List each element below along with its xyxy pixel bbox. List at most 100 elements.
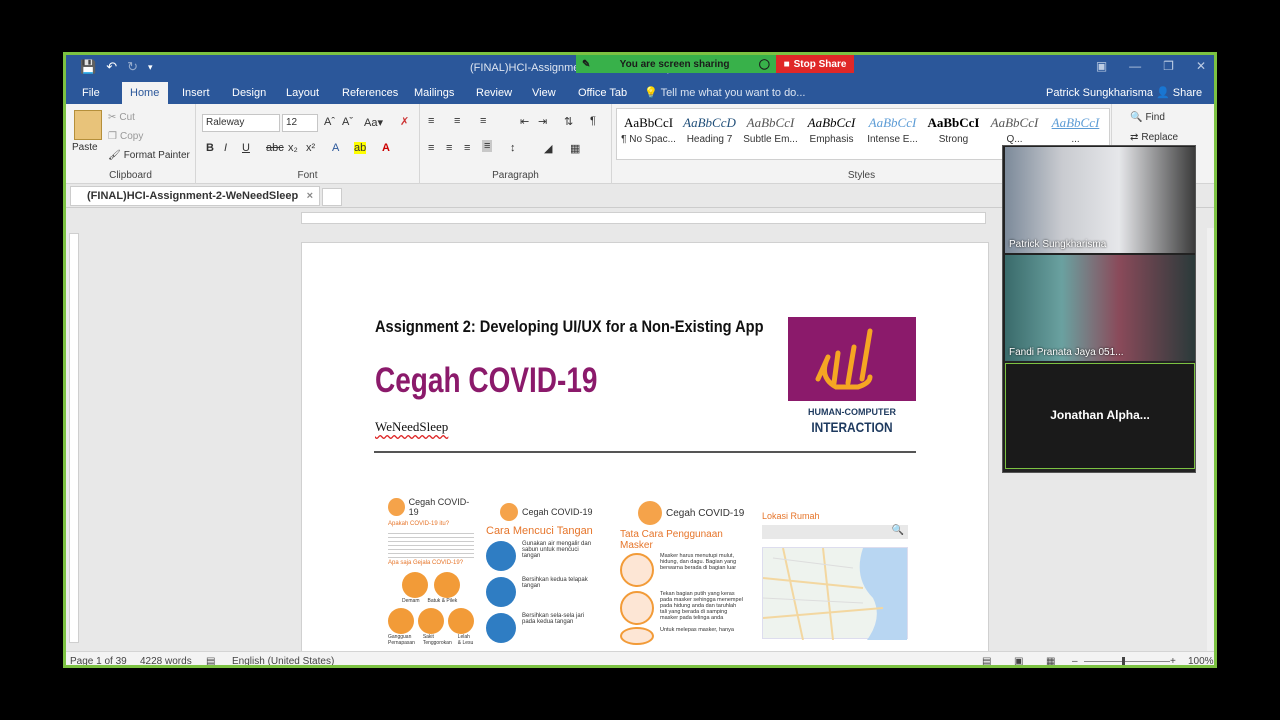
format-painter-button[interactable]: 🖌 Format Painter <box>108 150 190 161</box>
subscript-icon[interactable]: x₂ <box>288 142 298 154</box>
style-emphasis[interactable]: AaBbCcI Emphasis <box>801 112 862 156</box>
mockup-handwash: Cegah COVID-19 Cara Mencuci Tangan Gunak… <box>486 503 606 663</box>
copy-button[interactable]: ❐ Copy <box>108 131 143 142</box>
horizontal-ruler[interactable] <box>301 212 986 224</box>
mask-person-icon <box>620 553 654 587</box>
mask-person-icon <box>620 627 654 645</box>
style-strong[interactable]: AaBbCcI Strong <box>923 112 984 156</box>
tab-mailings[interactable]: Mailings <box>406 82 462 104</box>
document-tab[interactable]: (FINAL)HCI-Assignment-2-WeNeedSleep × <box>70 186 320 206</box>
tab-references[interactable]: References <box>334 82 406 104</box>
vertical-scrollbar[interactable] <box>1207 228 1214 651</box>
tab-layout[interactable]: Layout <box>278 82 327 104</box>
align-right-icon[interactable]: ≡ <box>464 142 470 154</box>
replace-icon: ⇄ <box>1130 132 1139 143</box>
clear-format-icon[interactable]: ✗ <box>400 115 409 128</box>
document-page[interactable]: Assignment 2: Developing UI/UX for a Non… <box>301 242 989 662</box>
close-tab-icon[interactable]: × <box>307 187 313 205</box>
video-tile-jonathan[interactable]: Jonathan Alpha... <box>1005 363 1195 469</box>
zoom-slider[interactable] <box>1084 661 1170 662</box>
video-tile-fandi[interactable]: Fandi Pranata Jaya 051... <box>1005 255 1195 361</box>
hands-icon <box>486 613 516 643</box>
shading-icon[interactable]: ◢ <box>544 142 552 155</box>
restore-icon[interactable]: ❐ <box>1163 59 1174 73</box>
font-color-icon[interactable]: A <box>382 142 390 154</box>
bullets-icon[interactable]: ≡ <box>428 115 434 127</box>
tab-design[interactable]: Design <box>224 82 274 104</box>
tell-me-box[interactable]: 💡 Tell me what you want to do... <box>644 82 805 104</box>
tab-insert[interactable]: Insert <box>174 82 218 104</box>
cut-button[interactable]: ✂ Cut <box>108 112 135 123</box>
customize-icon[interactable]: ▾ <box>148 59 153 75</box>
style-no-spacing[interactable]: AaBbCcI ¶ No Spac... <box>618 112 679 156</box>
paste-button[interactable]: Paste <box>72 142 98 153</box>
tab-office-tab[interactable]: Office Tab <box>570 82 635 104</box>
fatigue-icon <box>448 608 474 634</box>
hands-icon <box>486 577 516 607</box>
mask-person-icon <box>620 591 654 625</box>
style-heading-7[interactable]: AaBbCcD Heading 7 <box>679 112 740 156</box>
zoom-in-icon[interactable]: + <box>1170 656 1176 665</box>
tab-review[interactable]: Review <box>468 82 520 104</box>
shield-icon: ◯ <box>758 58 770 70</box>
language[interactable]: English (United States) <box>232 656 334 665</box>
grow-font-icon[interactable]: Aˆ <box>324 116 335 128</box>
decrease-indent-icon[interactable]: ⇤ <box>520 115 529 128</box>
sort-icon[interactable]: ⇅ <box>564 115 573 128</box>
tab-view[interactable]: View <box>524 82 564 104</box>
minimize-icon[interactable]: — <box>1129 59 1141 73</box>
multilevel-list-icon[interactable]: ≡ <box>480 115 486 127</box>
zoom-level[interactable]: 100% <box>1188 656 1214 665</box>
print-layout-icon[interactable]: ▣ <box>1014 656 1023 665</box>
increase-indent-icon[interactable]: ⇥ <box>538 115 547 128</box>
highlight-icon[interactable]: ab <box>354 142 367 154</box>
new-tab-button[interactable] <box>322 188 342 206</box>
superscript-icon[interactable]: x² <box>306 142 315 154</box>
user-name[interactable]: Patrick Sungkharisma <box>1046 82 1153 104</box>
style-subtle-emphasis[interactable]: AaBbCcI Subtle Em... <box>740 112 801 156</box>
align-left-icon[interactable]: ≡ <box>428 142 434 154</box>
justify-icon[interactable]: ≡ <box>482 140 493 152</box>
read-mode-icon[interactable]: ▤ <box>982 656 991 665</box>
align-center-icon[interactable]: ≡ <box>446 142 452 154</box>
underline-icon[interactable]: U <box>242 142 250 154</box>
pencil-icon: ✎ <box>582 58 591 70</box>
word-count[interactable]: 4228 words <box>140 656 192 665</box>
tab-file[interactable]: File <box>74 82 108 104</box>
person-icon: 👤 <box>1156 87 1170 99</box>
zoom-out-icon[interactable]: – <box>1072 656 1078 665</box>
page-count[interactable]: Page 1 of 39 <box>70 656 127 665</box>
font-name-combo[interactable]: Raleway <box>202 114 280 132</box>
borders-icon[interactable]: ▦ <box>570 142 580 155</box>
stop-share-button[interactable]: ■ Stop Share <box>776 55 854 73</box>
bold-icon[interactable]: B <box>206 142 214 154</box>
replace-button[interactable]: ⇄ Replace <box>1130 132 1178 143</box>
change-case-icon[interactable]: Aa▾ <box>364 116 383 129</box>
numbering-icon[interactable]: ≡ <box>454 115 460 127</box>
undo-icon[interactable]: ↶ <box>106 59 117 75</box>
find-button[interactable]: 🔍 Find <box>1130 112 1165 123</box>
share-button[interactable]: 👤 Share <box>1156 82 1202 104</box>
line-spacing-icon[interactable]: ↕ <box>510 142 516 154</box>
paste-icon[interactable] <box>74 110 102 140</box>
zoom-thumb[interactable] <box>1122 657 1125 665</box>
search-icon: 🔍 <box>891 525 904 536</box>
show-marks-icon[interactable]: ¶ <box>590 115 596 127</box>
tab-home[interactable]: Home <box>122 82 168 104</box>
app-title: Cegah COVID-19 <box>375 361 598 400</box>
video-tile-patrick[interactable]: Patrick Sungkharisma <box>1005 147 1195 253</box>
save-icon[interactable]: 💾 <box>80 59 96 75</box>
ribbon-display-icon[interactable]: ▣ <box>1096 59 1107 73</box>
cough-icon <box>434 572 460 598</box>
redo-icon[interactable]: ↻ <box>127 59 138 75</box>
vertical-ruler[interactable] <box>69 233 79 643</box>
proofing-icon[interactable]: ▤ <box>206 656 215 665</box>
text-effects-icon[interactable]: A <box>332 142 339 154</box>
style-intense-emphasis[interactable]: AaBbCcI Intense E... <box>862 112 923 156</box>
font-size-combo[interactable]: 12 <box>282 114 318 132</box>
web-layout-icon[interactable]: ▦ <box>1046 656 1055 665</box>
italic-icon[interactable]: I <box>224 142 227 154</box>
shrink-font-icon[interactable]: Aˇ <box>342 116 353 128</box>
strikethrough-icon[interactable]: abc <box>266 142 284 154</box>
close-icon[interactable]: ✕ <box>1196 59 1206 73</box>
